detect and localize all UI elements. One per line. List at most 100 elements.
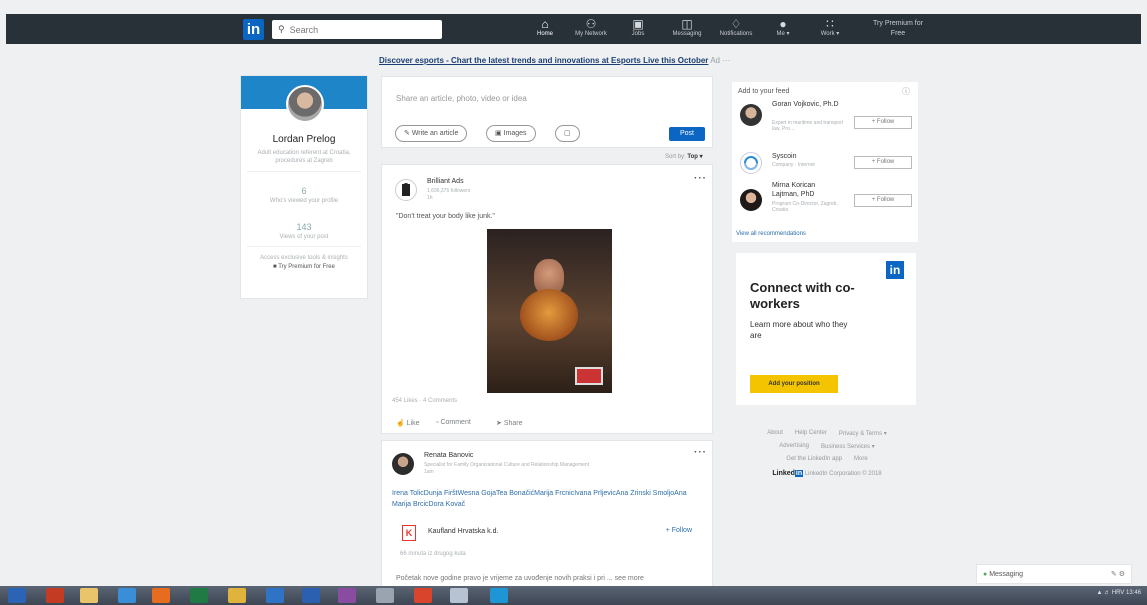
messaging-dock[interactable]: ● Messaging ✎ ⚙	[976, 564, 1132, 584]
comment-label: Comment	[440, 419, 471, 426]
sort-by-control[interactable]: Sort by: Top ▾	[665, 153, 703, 160]
post-button[interactable]: Post	[669, 127, 705, 141]
rec-avatar[interactable]	[740, 189, 762, 211]
skype-icon[interactable]	[490, 588, 508, 603]
comment-button[interactable]: ▫ Comment	[436, 419, 471, 426]
video-button[interactable]: ▢	[555, 125, 580, 142]
start-button-icon[interactable]	[8, 588, 26, 603]
share-box: Share an article, photo, video or idea ✎…	[381, 76, 713, 148]
chrome-icon[interactable]	[228, 588, 246, 603]
post-text: "Don't treat your body like junk."	[396, 213, 495, 220]
nav-me-label: Me ▾	[776, 31, 790, 37]
follow-company-button[interactable]: + Follow	[666, 527, 692, 534]
rec-follow-button[interactable]: + Follow	[854, 156, 912, 169]
network-icon: ⚇	[585, 17, 597, 31]
try-premium-link[interactable]: Try Premium for Free	[868, 19, 928, 39]
post-author[interactable]: Renata Banovic	[424, 452, 473, 459]
post-body-text[interactable]: Početak nove godine pravo je vrijeme za …	[396, 575, 644, 582]
nav-home[interactable]: ⌂ Home	[533, 18, 557, 42]
firefox-icon[interactable]	[152, 588, 170, 603]
profile-name[interactable]: Lordan Prelog	[241, 134, 367, 145]
nav-me[interactable]: ● Me ▾	[772, 18, 794, 42]
write-article-button[interactable]: ✎ Write an article	[395, 125, 468, 142]
profile-try-premium-link[interactable]: ■ Try Premium for Free	[241, 264, 367, 270]
profile-avatar[interactable]	[286, 85, 324, 123]
rec-avatar[interactable]	[740, 104, 762, 126]
post-image[interactable]	[487, 229, 612, 393]
video-icon: ▢	[564, 130, 571, 137]
app-icon[interactable]	[450, 588, 468, 603]
rec-name[interactable]: Goran Vojkovic, Ph.D	[772, 100, 842, 109]
post-more-icon[interactable]: ···	[694, 447, 707, 458]
write-article-label: Write an article	[411, 130, 459, 137]
avatar-icon: ●	[779, 17, 787, 31]
post-author[interactable]: Brilliant Ads	[427, 178, 464, 185]
profile-views-count[interactable]: 6	[241, 186, 367, 196]
footer-brand-text: Linked	[772, 470, 795, 477]
ad-link-text[interactable]: - Chart the latest trends and innovation…	[444, 56, 708, 65]
post-age: 1h	[427, 195, 433, 201]
outlook-icon[interactable]	[266, 588, 284, 603]
post-views-label[interactable]: Views of your post	[241, 234, 367, 240]
rec-follow-button[interactable]: + Follow	[854, 116, 912, 129]
post-more-icon[interactable]: ···	[694, 173, 707, 184]
post-views-count[interactable]: 143	[241, 222, 367, 232]
brilliant-ads-avatar[interactable]	[395, 179, 417, 201]
syscoin-logo[interactable]	[740, 152, 762, 174]
compose-settings-icons[interactable]: ✎ ⚙	[1111, 565, 1125, 585]
sort-by-value: Top ▾	[687, 154, 703, 160]
ad-more-icon[interactable]: ···	[722, 56, 730, 65]
images-button[interactable]: ▣ Images	[486, 125, 536, 142]
kaufland-logo[interactable]: K	[402, 525, 416, 541]
like-button[interactable]: ☝ Like	[396, 419, 420, 427]
top-nav-bar: in ⚲ Search ⌂ Home ⚇ My Network ▣ Jobs ◫…	[6, 14, 1141, 44]
page-footer: About Help Center Privacy & Terms ▾ Adve…	[742, 430, 912, 483]
powerpoint-icon[interactable]	[46, 588, 64, 603]
footer-link[interactable]: Help Center	[795, 430, 827, 437]
file-explorer-icon[interactable]	[80, 588, 98, 603]
footer-link[interactable]: More	[854, 456, 868, 462]
word-icon[interactable]	[302, 588, 320, 603]
thumbs-up-icon: ☝	[396, 420, 405, 427]
paint-icon[interactable]	[376, 588, 394, 603]
post-age: 1am	[424, 469, 434, 475]
post-tagged-people[interactable]: Irena TolicDunja FirštWesna GojaTea Bona…	[392, 488, 692, 510]
online-dot-icon: ●	[983, 571, 988, 578]
connect-coworkers-ad: in Connect with co-workers Learn more ab…	[736, 253, 916, 405]
profile-views-label[interactable]: Who's viewed your profile	[241, 198, 367, 204]
footer-link[interactable]: Get the LinkedIn app	[786, 456, 842, 462]
footer-link[interactable]: About	[767, 430, 783, 437]
view-all-recommendations-link[interactable]: View all recommendations	[736, 231, 806, 237]
footer-link[interactable]: Advertising	[779, 443, 809, 450]
add-position-button[interactable]: Add your position	[750, 375, 838, 393]
company-name[interactable]: Kaufland Hrvatska k.d.	[428, 528, 498, 535]
system-tray[interactable]: ▲ ♬ HRV 13:46	[1096, 590, 1141, 596]
ad-link[interactable]: Discover esports	[379, 56, 444, 65]
footer-brand: Linkedin LinkedIn Corporation © 2018	[772, 470, 882, 477]
footer-link[interactable]: Privacy & Terms ▾	[839, 430, 887, 437]
feed-recommendation: Syscoin Company · Internet + Follow	[738, 148, 914, 184]
add-to-feed-panel: Add to your feed ⓘ Goran Vojkovic, Ph.D …	[732, 82, 918, 242]
post-stats[interactable]: 454 Likes · 4 Comments	[392, 398, 457, 404]
nav-jobs[interactable]: ▣ Jobs	[626, 18, 650, 42]
search-input[interactable]: ⚲ Search	[272, 20, 442, 39]
footer-link[interactable]: Business Services ▾	[821, 443, 875, 450]
nav-notifications[interactable]: ♢ Notifications	[712, 18, 760, 42]
renata-avatar[interactable]	[392, 453, 414, 475]
rec-name[interactable]: Syscoin	[772, 152, 842, 161]
share-prompt[interactable]: Share an article, photo, video or idea	[396, 94, 527, 103]
nav-messaging[interactable]: ◫ Messaging	[668, 18, 706, 42]
share-button[interactable]: ➤ Share	[496, 419, 523, 427]
app-icon[interactable]	[414, 588, 432, 603]
excel-icon[interactable]	[190, 588, 208, 603]
media-player-icon[interactable]	[338, 588, 356, 603]
linkedin-logo[interactable]: in	[243, 19, 264, 40]
nav-my-network[interactable]: ⚇ My Network	[570, 18, 612, 42]
internet-explorer-icon[interactable]	[118, 588, 136, 603]
help-icon[interactable]: ⓘ	[902, 86, 910, 97]
nav-work[interactable]: ∷ Work ▾	[816, 18, 844, 42]
rec-follow-button[interactable]: + Follow	[854, 194, 912, 207]
rec-name[interactable]: Mirna Korican Lajtman, PhD	[772, 181, 842, 199]
search-placeholder: Search	[289, 24, 319, 35]
feed-post: Brilliant Ads 1,696,375 followers 1h ···…	[381, 164, 713, 434]
